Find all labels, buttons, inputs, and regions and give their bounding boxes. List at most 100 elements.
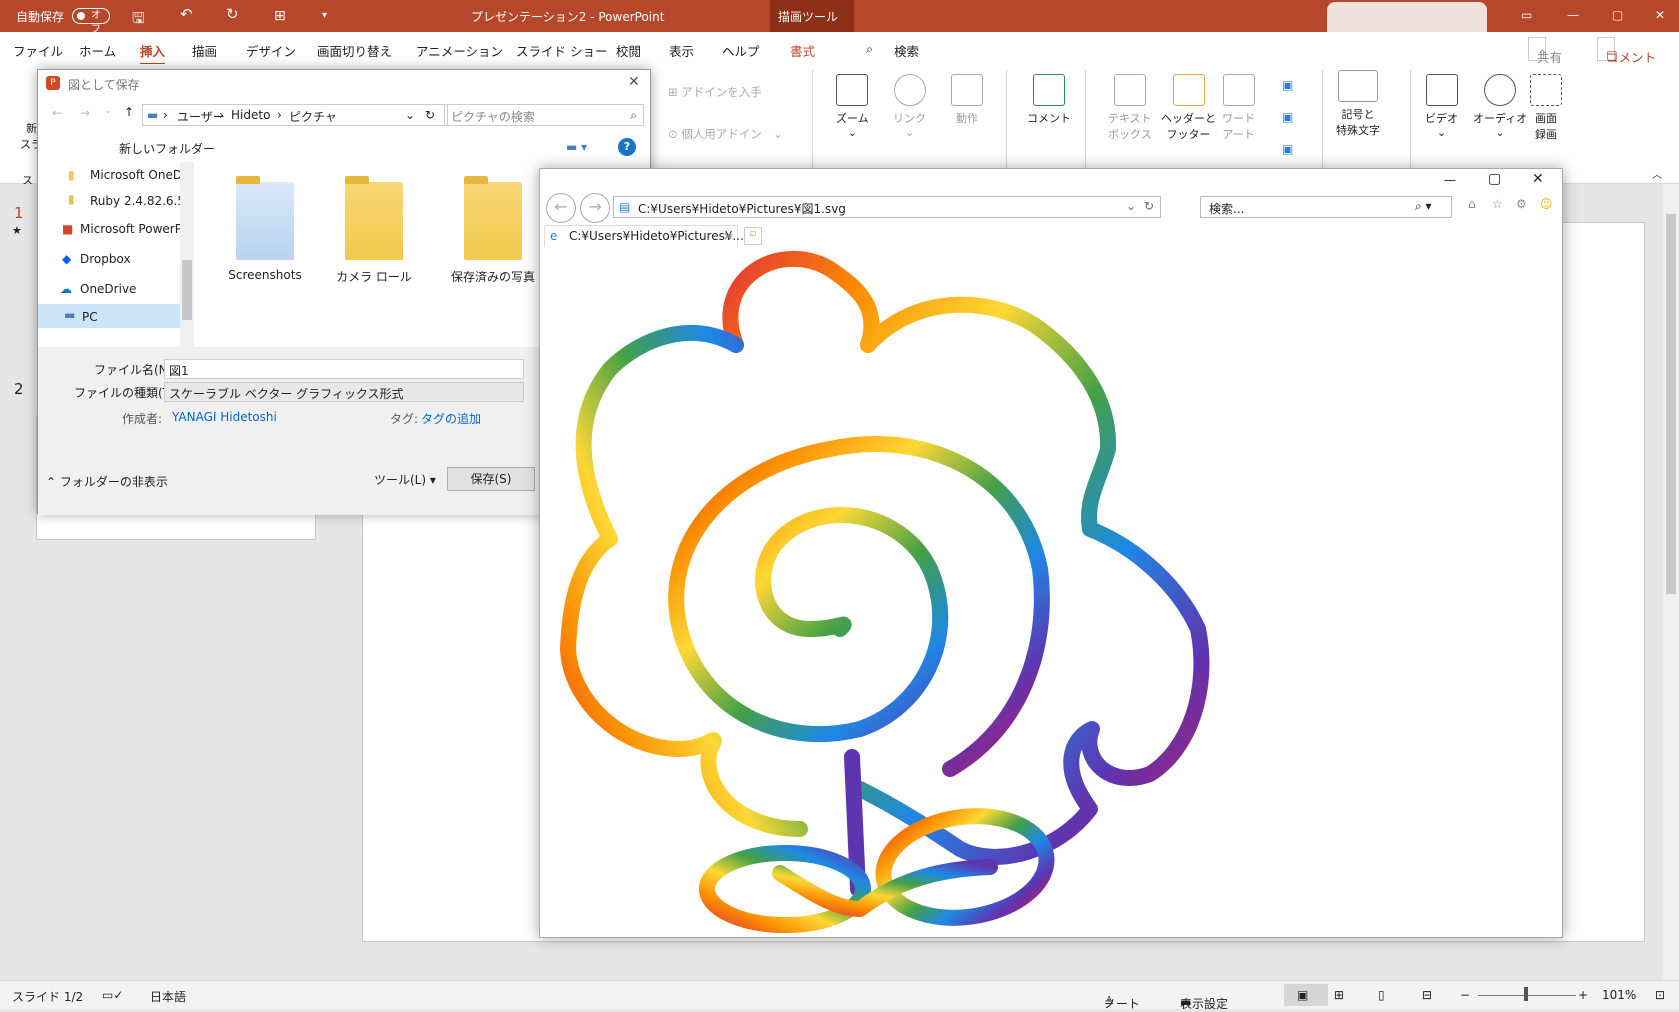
nav-item[interactable]: Microsoft PowerPo bbox=[80, 222, 180, 236]
accessibility-icon[interactable]: ▭✓ bbox=[102, 988, 123, 1002]
maximize-icon[interactable]: ▢ bbox=[1488, 171, 1501, 187]
share-button[interactable]: ⇧ 共有 bbox=[1528, 37, 1562, 65]
fit-to-window-icon[interactable]: ⊡ bbox=[1655, 988, 1665, 1002]
customize-qat-icon[interactable]: ▾ bbox=[322, 10, 327, 21]
tab-help[interactable]: ヘルプ bbox=[722, 41, 760, 60]
ribbon-display-icon[interactable]: ▭ bbox=[1521, 8, 1532, 22]
nav-item[interactable]: Microsoft OneDr bbox=[90, 168, 180, 182]
tab-animations[interactable]: アニメーション bbox=[416, 41, 503, 60]
save-button[interactable]: 保存(S) bbox=[447, 467, 535, 491]
close-icon[interactable]: ✕ bbox=[1655, 8, 1665, 22]
minimize-icon[interactable]: — bbox=[1444, 173, 1456, 187]
breadcrumb-item[interactable]: ピクチャ bbox=[289, 108, 337, 125]
tab-review[interactable]: 校閲 bbox=[616, 41, 641, 60]
close-icon[interactable]: ✕ bbox=[1532, 171, 1544, 187]
zoom-in-icon[interactable]: + bbox=[1578, 988, 1588, 1002]
tab-format[interactable]: 書式 bbox=[790, 41, 815, 60]
symbols-button[interactable]: 記号と 特殊文字 bbox=[1336, 70, 1380, 138]
browser-tab[interactable]: e C:¥Users¥Hideto¥Pictures¥... × bbox=[544, 225, 744, 247]
autosave-toggle[interactable]: オフ bbox=[72, 8, 110, 35]
help-icon[interactable]: ? bbox=[618, 138, 636, 156]
back-arrow-icon[interactable]: ← bbox=[546, 193, 576, 223]
zoom-slider-thumb[interactable] bbox=[1524, 987, 1528, 1001]
zoom-level[interactable]: 101% bbox=[1602, 988, 1636, 1002]
author-value[interactable]: YANAGI Hidetoshi bbox=[172, 410, 277, 424]
tab-draw[interactable]: 描画 bbox=[192, 41, 217, 60]
tools-button[interactable]: ツール(L) ▾ bbox=[374, 471, 436, 488]
video-button[interactable]: ビデオ ⌄ bbox=[1425, 74, 1458, 139]
favorites-star-icon[interactable]: ☆ bbox=[1492, 197, 1503, 211]
tab-file[interactable]: ファイル bbox=[13, 41, 63, 60]
tags-input[interactable]: タグの追加 bbox=[421, 410, 481, 427]
vertical-scrollbar[interactable] bbox=[1663, 184, 1679, 980]
tab-home[interactable]: ホーム bbox=[79, 41, 116, 60]
url-bar[interactable]: ▤ C:¥Users¥Hideto¥Pictures¥図1.svg ⌄ ↻ bbox=[613, 196, 1161, 218]
tab-insert[interactable]: 挿入 bbox=[140, 41, 166, 66]
my-addins-button[interactable]: ⊙ 個人用アドイン ⌄ bbox=[668, 126, 783, 142]
search-input[interactable]: ピクチャの検索 ⌕ bbox=[444, 104, 644, 126]
present-icon[interactable]: ⊞ bbox=[274, 8, 286, 24]
chevron-down-icon[interactable]: ⌄ bbox=[1126, 199, 1136, 213]
zoom-button[interactable]: ズーム ⌄ bbox=[836, 74, 869, 139]
nav-item[interactable]: OneDrive bbox=[80, 282, 196, 296]
breadcrumb-item[interactable]: ユーザー bbox=[177, 108, 225, 125]
reading-view-icon[interactable]: ▯ bbox=[1378, 988, 1385, 1002]
scroll-thumb[interactable] bbox=[1666, 214, 1676, 594]
up-arrow-icon[interactable]: ↑ bbox=[124, 105, 134, 119]
refresh-icon[interactable]: ↻ bbox=[1144, 199, 1154, 213]
hide-folders-button[interactable]: ⌃ フォルダーの非表示 bbox=[46, 473, 168, 490]
forward-arrow-icon[interactable]: → bbox=[580, 193, 610, 223]
save-icon[interactable]: 🖫 bbox=[132, 8, 145, 33]
new-slide-label[interactable]: 新 bbox=[26, 120, 37, 136]
slide-number-icon[interactable]: ▣ bbox=[1282, 110, 1293, 124]
slide-sorter-icon[interactable]: ⊞ bbox=[1334, 988, 1344, 1002]
tab-transitions[interactable]: 画面切り替え bbox=[317, 41, 392, 60]
folder-item[interactable]: カメラ ロール bbox=[329, 176, 419, 285]
breadcrumb-item[interactable]: Hideto bbox=[231, 108, 270, 122]
browser-search-input[interactable]: 検索... ⌕ ▾ bbox=[1200, 196, 1452, 218]
smiley-feedback-icon[interactable]: ☺ bbox=[1540, 197, 1553, 211]
refresh-icon[interactable]: ↻ bbox=[425, 108, 435, 122]
link-button[interactable]: リンク ⌄ bbox=[893, 74, 926, 139]
textbox-button[interactable]: テキスト ボックス bbox=[1108, 74, 1152, 142]
undo-icon[interactable]: ↶ bbox=[180, 5, 193, 23]
zoom-out-icon[interactable]: − bbox=[1460, 988, 1470, 1002]
search-icon[interactable]: ⌕ bbox=[866, 41, 873, 57]
close-icon[interactable]: ✕ bbox=[628, 74, 640, 90]
new-tab-icon[interactable]: ▫ bbox=[744, 227, 762, 245]
filename-input[interactable]: 図1 bbox=[164, 359, 524, 379]
gear-icon[interactable]: ⚙ bbox=[1516, 197, 1527, 211]
new-folder-button[interactable]: 新しいフォルダー bbox=[119, 140, 215, 157]
folder-item[interactable]: 保存済みの写真 bbox=[438, 176, 548, 285]
get-addins-button[interactable]: ⊞ アドインを入手 bbox=[668, 84, 762, 100]
action-button[interactable]: 動作 bbox=[951, 74, 983, 126]
tab-slideshow[interactable]: スライド ショー bbox=[516, 41, 607, 60]
header-footer-button[interactable]: ヘッダーと フッター bbox=[1161, 74, 1216, 142]
close-tab-icon[interactable]: × bbox=[723, 229, 733, 243]
home-icon[interactable]: ⌂ bbox=[1468, 197, 1476, 211]
chevron-down-icon[interactable]: ⌄ bbox=[104, 106, 112, 116]
scroll-thumb[interactable] bbox=[182, 260, 192, 320]
filetype-select[interactable]: スケーラブル ベクター グラフィックス形式 bbox=[164, 382, 524, 402]
context-tab-drawing-tools[interactable]: 描画ツール bbox=[770, 0, 854, 32]
language-indicator[interactable]: 日本語 bbox=[150, 988, 186, 1005]
tab-design[interactable]: デザイン bbox=[246, 41, 296, 60]
folder-item[interactable]: Screenshots bbox=[220, 176, 310, 282]
chevron-down-icon[interactable]: ⌄ bbox=[405, 108, 415, 122]
maximize-icon[interactable]: ▢ bbox=[1612, 8, 1623, 22]
address-bar[interactable]: ▬ › ユーザー › Hideto › ピクチャ ⌄ ↻ bbox=[142, 104, 448, 126]
object-icon[interactable]: ▣ bbox=[1282, 142, 1293, 156]
audio-button[interactable]: オーディオ ⌄ bbox=[1473, 74, 1527, 139]
forward-arrow-icon[interactable]: → bbox=[80, 106, 90, 120]
comment-button[interactable]: コメント bbox=[1027, 74, 1071, 126]
nav-item[interactable]: Ruby 2.4.82.6.5 リ bbox=[90, 192, 180, 209]
screen-recording-button[interactable]: 画面 録画 bbox=[1530, 74, 1562, 142]
date-time-icon[interactable]: ▣ bbox=[1282, 78, 1293, 92]
view-options-icon[interactable]: ▬ ▾ bbox=[566, 140, 587, 154]
minimize-icon[interactable]: — bbox=[1567, 8, 1579, 22]
slideshow-view-icon[interactable]: ⊟ bbox=[1422, 988, 1432, 1002]
nav-item[interactable]: Dropbox bbox=[80, 252, 196, 266]
nav-scrollbar[interactable] bbox=[180, 162, 194, 347]
tab-search[interactable]: 検索 bbox=[894, 41, 919, 60]
wordart-button[interactable]: ワード アート bbox=[1222, 74, 1255, 142]
